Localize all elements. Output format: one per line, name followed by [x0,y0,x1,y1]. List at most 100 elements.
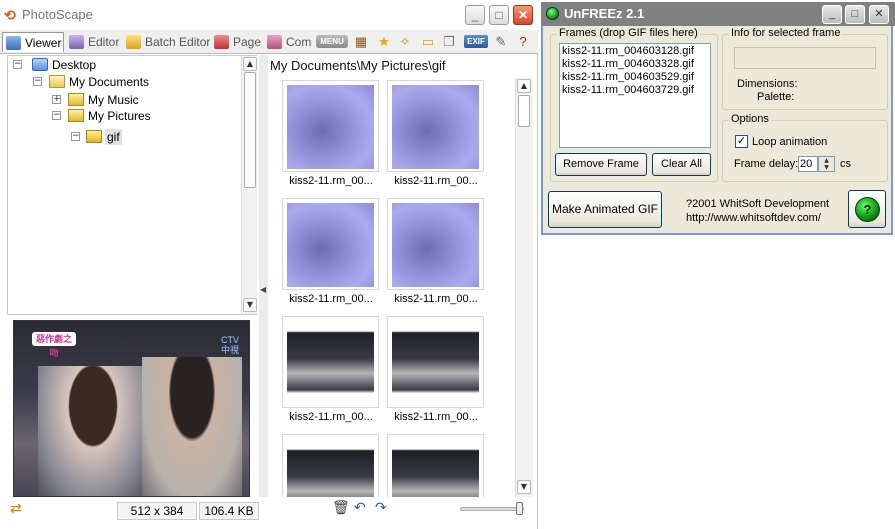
thumbnail-image[interactable] [387,316,484,408]
help-button[interactable]: ? [848,190,886,228]
rotate-view-icon[interactable]: ⇄ [10,501,22,517]
frames-list[interactable]: kiss2-11.rm_004603128.gif kiss2-11.rm_00… [559,43,711,148]
tools-icon[interactable]: ✎ [494,34,508,50]
frame-delay-input[interactable]: 20 [798,156,818,172]
unfreez-app-icon [546,7,559,20]
photoscape-titlebar[interactable]: ⟲ PhotoScape _ □ ✕ [0,0,538,30]
thumbnail-grid[interactable]: kiss2-11.rm_00... kiss2-11.rm_00... kiss… [270,75,515,497]
close-button[interactable]: ✕ [513,5,533,25]
remove-frame-button[interactable]: Remove Frame [555,153,647,176]
photoscape-tab-bar: Viewer Editor Batch Editor Page Com MENU… [0,30,538,54]
loop-animation-label: Loop animation [752,136,828,148]
list-item[interactable]: kiss2-11.rm_004603729.gif [562,84,708,97]
magic-wand-icon[interactable]: ✧ [397,34,413,50]
file-size: 106.4 KB [199,502,259,520]
tree-item-label: gif [105,129,122,145]
tree-item-label: My Pictures [88,109,151,123]
star-icon[interactable]: ★ [376,34,392,50]
scroll-thumb[interactable] [244,72,256,188]
tab-editor-label: Editor [88,35,120,49]
folder-icon [68,109,84,122]
maximize-button[interactable]: □ [845,5,865,24]
tab-viewer-label: Viewer [25,36,62,50]
thumbnail-image[interactable] [282,80,379,172]
expand-icon[interactable]: + [52,95,61,104]
page-icon [214,35,229,49]
folder-open-icon [86,130,102,143]
spin-up-icon[interactable]: ▲ [819,157,834,164]
thumbnail-caption: kiss2-11.rm_00... [289,175,373,187]
scroll-up-icon[interactable]: ▲ [243,57,257,71]
thumbnail-caption: kiss2-11.rm_00... [394,293,478,305]
minimize-button[interactable]: _ [822,5,842,24]
info-group: Info for selected frame [722,27,888,110]
thumbnail-caption: kiss2-11.rm_00... [394,175,478,187]
film-icon[interactable]: ▦ [353,34,369,50]
list-item[interactable]: kiss2-11.rm_004603128.gif [562,45,708,58]
photoscape-window: ⟲ PhotoScape _ □ ✕ Viewer Editor Batch E… [0,0,538,529]
thumbnail-image[interactable] [282,316,379,408]
help-icon: ? [855,197,880,222]
maximize-button[interactable]: □ [489,5,509,25]
thumbnail-caption: kiss2-11.rm_00... [289,293,373,305]
tree-scrollbar[interactable]: ▲ ▼ [241,56,257,314]
tab-combine[interactable]: Com [264,32,316,52]
options-group: Options [722,113,888,182]
tab-page-label: Page [233,35,262,49]
pane-splitter[interactable]: ◀ [259,55,268,497]
collapse-icon[interactable]: − [33,77,42,86]
photoscape-statusbar: ⇄ 512 x 384 106.4 KB [0,499,538,523]
viewer-icon [6,36,21,50]
thumbnail-image[interactable] [387,434,484,497]
frame-delay-stepper[interactable]: ▲ ▼ [818,156,835,172]
rotate-left-icon[interactable]: ↶ [354,500,366,516]
spin-down-icon[interactable]: ▼ [819,164,834,171]
copyright-text: ?2001 WhitSoft Development [686,198,830,210]
close-button[interactable]: ✕ [869,5,889,24]
thumbnail-image[interactable] [387,80,484,172]
scroll-up-icon[interactable]: ▲ [517,79,531,93]
loop-animation-checkbox[interactable]: ✓ [735,135,748,148]
list-item[interactable]: kiss2-11.rm_004603529.gif [562,71,708,84]
scroll-down-icon[interactable]: ▼ [243,298,257,312]
zoom-slider-knob[interactable] [516,502,523,515]
exif-button[interactable]: EXIF [464,35,488,48]
tab-batch-editor[interactable]: Batch Editor [123,32,210,52]
tree-item-label: Desktop [52,58,97,72]
minimize-button[interactable]: _ [465,5,485,25]
options-group-title: Options [729,113,771,125]
collapse-icon[interactable]: − [71,132,80,141]
combine-icon [267,35,282,49]
make-animated-gif-button[interactable]: Make Animated GIF [548,191,662,228]
dimensions-label: Dimensions: [737,78,798,90]
scroll-thumb[interactable] [518,95,530,127]
folder-tree[interactable]: − Desktop − My Documents + My Music − My… [7,55,257,315]
copy-icon[interactable]: ❐ [441,34,457,50]
folder-icon [68,93,84,106]
zoom-slider[interactable] [460,507,524,511]
unfreez-titlebar[interactable]: UnFREEz 2.1 _ □ ✕ [541,2,895,26]
collapse-left-icon[interactable]: ◀ [260,285,266,294]
thumbnail-scrollbar[interactable]: ▲ ▼ [515,78,533,497]
list-item[interactable]: kiss2-11.rm_004603328.gif [562,58,708,71]
thumbnail-image[interactable] [387,198,484,290]
help-icon[interactable]: ? [515,34,531,50]
desktop-icon [32,58,48,71]
batch-editor-icon [126,35,141,49]
collapse-icon[interactable]: − [52,111,61,120]
website-link[interactable]: http://www.whitsoftdev.com/ [686,212,821,224]
frame-delay-label: Frame delay: [734,158,799,170]
rotate-right-icon[interactable]: ↷ [375,500,387,516]
folder-toolbar-icon[interactable]: ▭ [419,34,437,50]
thumbnail-image[interactable] [282,198,379,290]
tab-viewer[interactable]: Viewer [2,32,64,52]
collapse-icon[interactable]: − [13,60,22,69]
scroll-down-icon[interactable]: ▼ [517,480,531,494]
menu-button[interactable]: MENU [316,35,348,48]
tab-editor[interactable]: Editor [66,32,122,52]
thumbnail-image[interactable] [282,434,379,497]
tab-page[interactable]: Page [211,32,261,52]
clear-all-button[interactable]: Clear All [652,153,711,176]
delete-icon[interactable]: 🗑 [332,500,350,516]
preview-figure-right [142,357,242,496]
